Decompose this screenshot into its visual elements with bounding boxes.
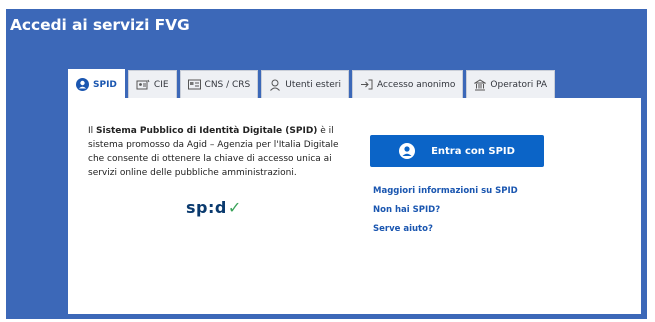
tab-label: CNS / CRS <box>204 79 251 90</box>
tab-cie[interactable]: CIE <box>127 70 177 98</box>
no-spid-link[interactable]: Non hai SPID? <box>373 205 440 215</box>
tab-label: Utenti esteri <box>285 79 342 90</box>
page: Accedi ai servizi FVG SPID CIE CNS / CRS… <box>0 0 655 322</box>
tab-operatori-pa[interactable]: Operatori PA <box>466 70 556 98</box>
tab-accesso-anonimo[interactable]: Accesso anonimo <box>352 70 464 98</box>
tab-cns-crs[interactable]: CNS / CRS <box>179 70 259 98</box>
description-prefix: Il <box>88 126 97 136</box>
description-bold: Sistema Pubblico di Identità Digitale (S… <box>96 126 318 136</box>
user-outline-icon <box>269 79 281 91</box>
login-method-tabs: SPID CIE CNS / CRS Utenti esteri Accesso… <box>68 69 558 99</box>
entra-button-label: Entra con SPID <box>431 145 515 157</box>
check-icon: ✓ <box>227 198 242 217</box>
tab-utenti-esteri[interactable]: Utenti esteri <box>261 70 350 98</box>
help-link[interactable]: Serve aiuto? <box>373 224 433 234</box>
spid-logo-text: sp:d <box>186 198 227 217</box>
smart-card-icon <box>187 79 201 90</box>
page-title: Accedi ai servizi FVG <box>10 16 190 34</box>
id-card-icon <box>136 79 150 91</box>
tab-label: Operatori PA <box>490 79 548 90</box>
user-circle-icon <box>76 78 89 91</box>
entra-con-spid-button[interactable]: Entra con SPID <box>370 135 544 167</box>
spid-description: Il Sistema Pubblico di Identità Digitale… <box>88 124 346 180</box>
institution-icon <box>474 78 487 91</box>
user-circle-icon <box>399 143 416 159</box>
spid-tab-panel: Il Sistema Pubblico di Identità Digitale… <box>68 98 641 314</box>
spid-logo: sp:d✓ <box>186 198 242 217</box>
tab-label: SPID <box>93 79 117 90</box>
more-info-link[interactable]: Maggiori informazioni su SPID <box>373 186 518 196</box>
login-arrow-icon <box>360 79 373 90</box>
tab-label: CIE <box>153 79 169 90</box>
tab-spid[interactable]: SPID <box>68 69 125 99</box>
tab-label: Accesso anonimo <box>377 79 456 90</box>
